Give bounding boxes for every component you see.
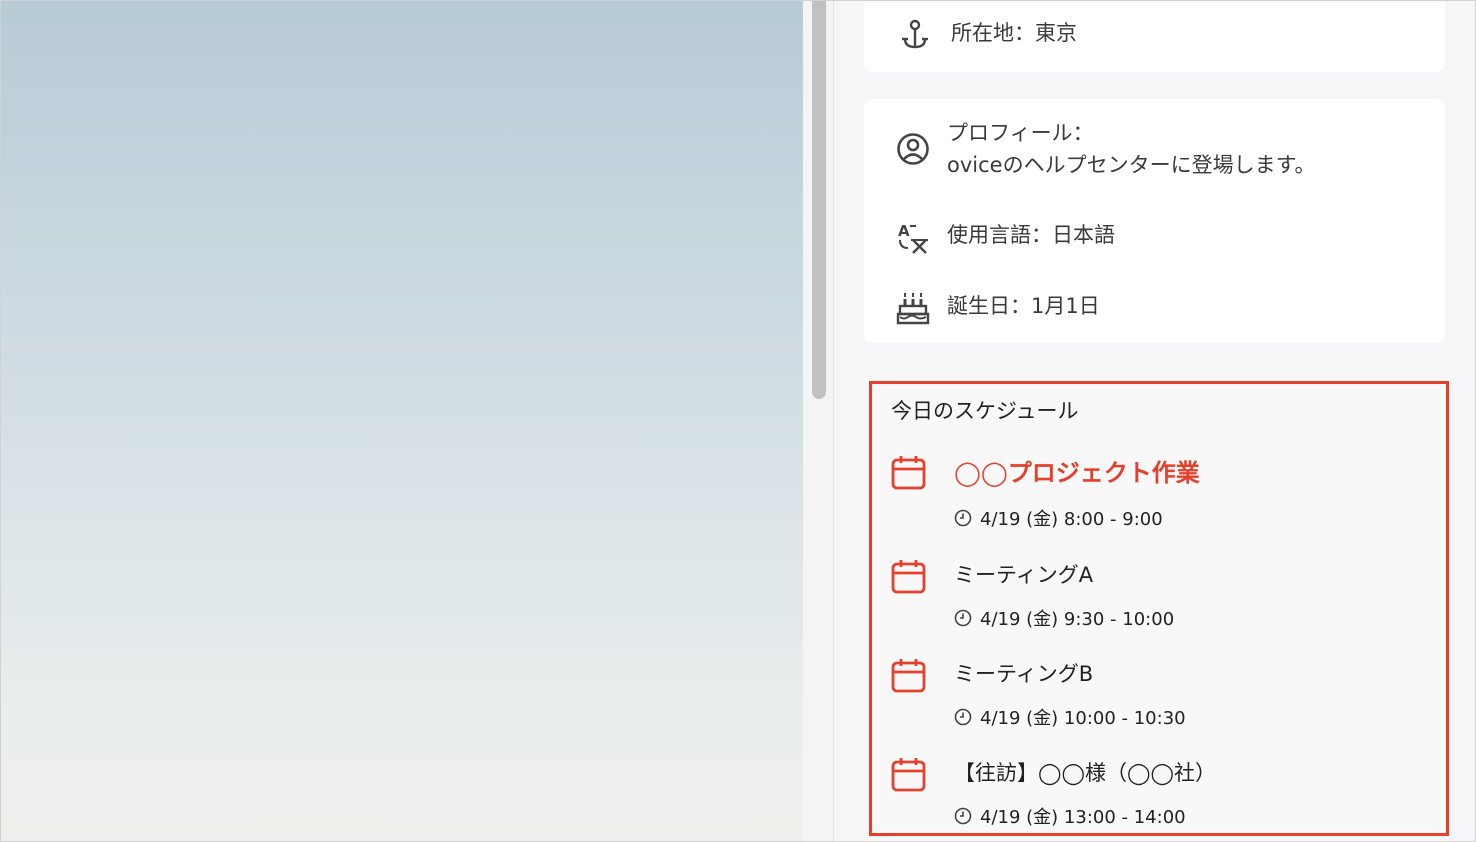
scrollbar[interactable] [803,1,834,841]
calendar-icon [889,656,929,696]
event-title[interactable]: ミーティングB [954,658,1093,688]
calendar-icon [889,755,929,795]
profile-row: プロフィール： oviceのヘルプセンターに登場します。 [895,117,1315,181]
event-title[interactable]: 【往訪】◯◯様（◯◯社） [954,757,1216,787]
profile-description: oviceのヘルプセンターに登場します。 [947,153,1316,177]
birthday-row: 誕生日：1月1日 [895,290,1100,326]
anchor-icon [897,17,933,53]
window-frame: 所在地：東京 プロフィール： oviceのヘルプセンターに登場します。 A 使用… [0,0,1476,842]
event-time-text: 4/19 (金) 10:00 - 10:30 [980,708,1186,729]
location-row: 所在地：東京 [897,17,1077,53]
scrollbar-thumb[interactable] [812,1,826,399]
event-title[interactable]: ミーティングA [954,559,1093,589]
event-time-text: 4/19 (金) 9:30 - 10:00 [980,609,1175,630]
user-circle-icon [895,131,931,167]
calendar-icon [889,557,929,597]
clock-icon [954,708,972,726]
language-row: A 使用言語：日本語 [895,219,1115,255]
birthday-text: 誕生日：1月1日 [947,294,1100,318]
event-time: 4/19 (金) 10:00 - 10:30 [954,704,1186,730]
event-time: 4/19 (金) 13:00 - 14:00 [954,803,1186,829]
cake-icon [895,290,931,326]
profile-text-block: プロフィール： oviceのヘルプセンターに登場します。 [947,117,1315,181]
event-time-text: 4/19 (金) 13:00 - 14:00 [980,807,1186,828]
clock-icon [954,509,972,527]
event-time-text: 4/19 (金) 8:00 - 9:00 [980,509,1163,530]
event-title[interactable]: ◯◯プロジェクト作業 [954,453,1200,488]
profile-label: プロフィール： [947,121,1094,145]
clock-icon [954,807,972,825]
schedule-title: 今日のスケジュール [891,399,1079,423]
event-time: 4/19 (金) 8:00 - 9:00 [954,505,1163,531]
clock-icon [954,609,972,627]
event-time: 4/19 (金) 9:30 - 10:00 [954,605,1174,631]
translate-icon: A [895,219,931,255]
calendar-icon [889,453,929,493]
location-text: 所在地：東京 [951,21,1077,45]
language-text: 使用言語：日本語 [947,223,1115,247]
svg-text:A: A [898,222,910,240]
background-area [1,1,803,841]
